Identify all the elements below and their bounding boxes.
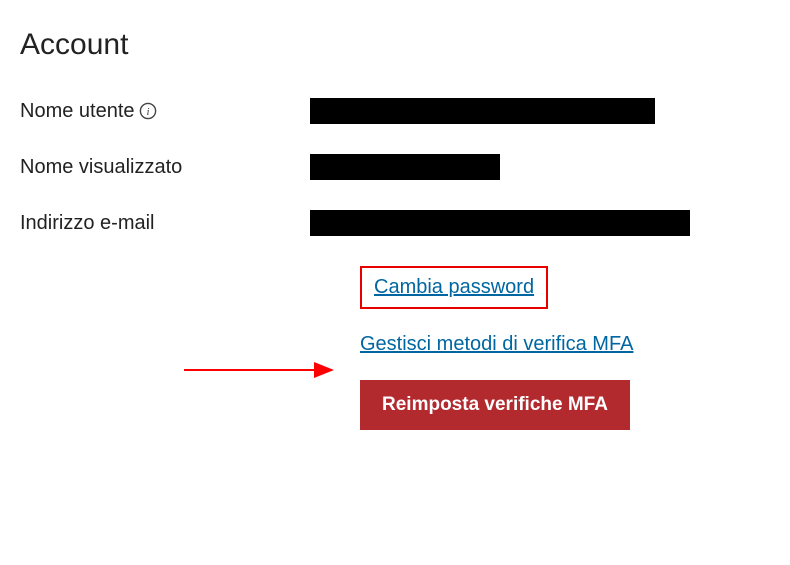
reset-mfa-button[interactable]: Reimposta verifiche MFA: [360, 380, 630, 430]
field-row-username: Nome utente i: [20, 98, 770, 124]
username-label: Nome utente i: [20, 100, 310, 123]
annotation-arrow: [184, 360, 344, 380]
info-icon[interactable]: i: [139, 102, 157, 120]
displayname-label: Nome visualizzato: [20, 156, 310, 179]
field-row-email: Indirizzo e-mail: [20, 210, 770, 236]
change-password-highlight: Cambia password: [360, 266, 548, 309]
manage-mfa-link[interactable]: Gestisci metodi di verifica MFA: [360, 333, 770, 356]
email-label-text: Indirizzo e-mail: [20, 212, 154, 235]
displayname-value-redacted: [310, 154, 500, 180]
username-value-redacted: [310, 98, 655, 124]
email-label: Indirizzo e-mail: [20, 212, 310, 235]
page-title: Account: [20, 28, 770, 62]
email-value-redacted: [310, 210, 690, 236]
username-label-text: Nome utente: [20, 100, 135, 123]
actions-column: Cambia password Gestisci metodi di verif…: [360, 266, 770, 430]
field-row-displayname: Nome visualizzato: [20, 154, 770, 180]
displayname-label-text: Nome visualizzato: [20, 156, 182, 179]
svg-text:i: i: [146, 106, 149, 118]
change-password-link[interactable]: Cambia password: [374, 276, 534, 298]
